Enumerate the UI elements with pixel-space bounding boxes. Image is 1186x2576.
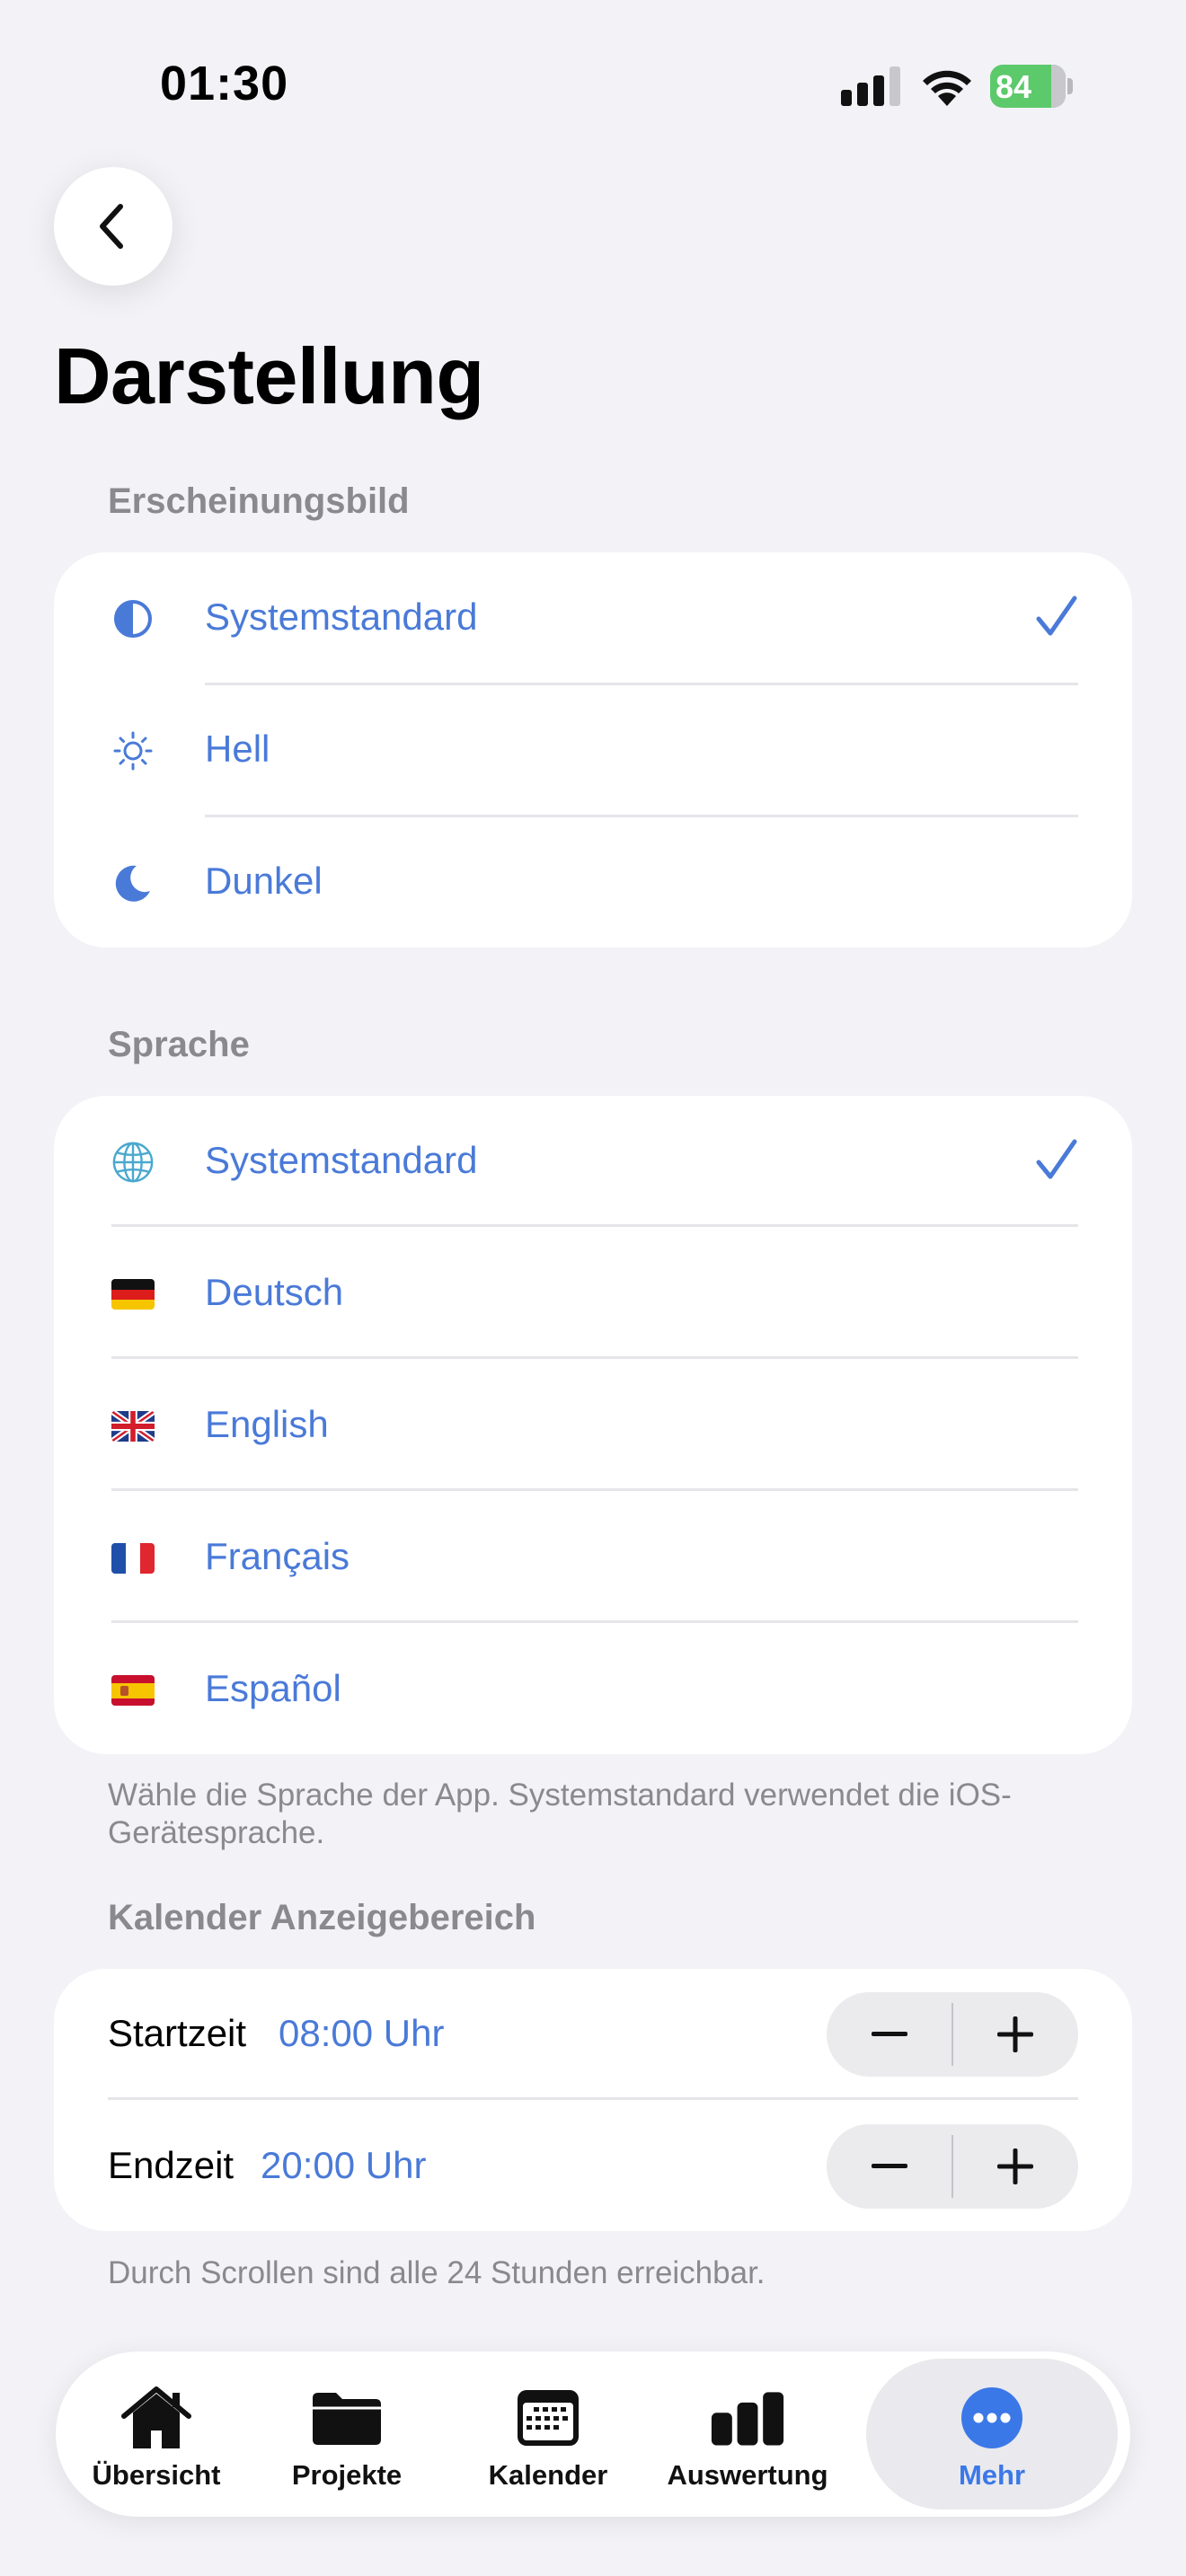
back-button[interactable] [54, 167, 173, 286]
tab-kalender[interactable]: Kalender [447, 2351, 649, 2517]
page-title: Darstellung [54, 331, 484, 420]
tab-auswertung[interactable]: Auswertung [647, 2351, 848, 2517]
end-time-value: 20:00 Uhr [261, 2144, 427, 2186]
folder-icon [309, 2384, 385, 2452]
bar-chart-icon [710, 2384, 785, 2452]
language-option-french[interactable]: Français [54, 1492, 1132, 1624]
appearance-option-label: Systemstandard [205, 595, 478, 638]
language-option-label: Systemstandard [205, 1139, 478, 1181]
appearance-card: Systemstandard Hell Dunkel [54, 552, 1132, 948]
language-footnote: Wähle die Sprache der App. Systemstandar… [108, 1778, 1012, 1850]
tab-mehr[interactable]: Mehr [866, 2351, 1118, 2517]
language-option-label: Deutsch [205, 1271, 344, 1313]
language-option-english[interactable]: English [54, 1360, 1132, 1492]
language-option-system[interactable]: Systemstandard [54, 1096, 1132, 1228]
appearance-option-label: Dunkel [205, 860, 323, 902]
calendar-section-title: Kalender Anzeigebereich [108, 1898, 536, 1937]
globe-icon [111, 1141, 155, 1184]
wifi-icon [923, 70, 971, 106]
ellipsis-circle-icon [954, 2384, 1030, 2452]
moon-icon [111, 861, 155, 904]
end-time-increment-button[interactable] [952, 2124, 1078, 2209]
start-time-label: Startzeit [108, 2012, 247, 2054]
calendar-end-row: Endzeit 20:00 Uhr [54, 2101, 1132, 2233]
house-icon [119, 2384, 194, 2452]
tab-label: Auswertung [667, 2459, 828, 2491]
language-option-label: Français [205, 1535, 350, 1577]
checkmark-icon [1036, 595, 1077, 636]
tab-label: Übersicht [92, 2459, 221, 2491]
sun-icon [111, 729, 155, 772]
battery-indicator: 84 [990, 65, 1073, 108]
start-time-decrement-button[interactable] [827, 1992, 952, 2077]
tab-bar: Übersicht Projekte Kalender Auswertung M… [56, 2351, 1130, 2517]
tab-label: Projekte [291, 2459, 403, 2491]
end-time-label: Endzeit [108, 2144, 235, 2186]
language-card: Systemstandard Deutsch English Français [54, 1096, 1132, 1754]
cellular-signal-icon [841, 66, 900, 106]
half-circle-icon [111, 597, 155, 640]
flag-uk-icon [111, 1405, 155, 1448]
calendar-icon [510, 2384, 586, 2452]
chevron-left-icon [100, 204, 123, 249]
calendar-card: Startzeit 08:00 Uhr Endzeit 20:00 Uhr [54, 1969, 1132, 2231]
tab-label: Kalender [488, 2459, 608, 2491]
start-time-stepper [827, 1992, 1078, 2077]
tab-projekte[interactable]: Projekte [246, 2351, 447, 2517]
appearance-option-label: Hell [205, 728, 270, 770]
end-time-decrement-button[interactable] [827, 2124, 952, 2209]
appearance-option-system[interactable]: Systemstandard [54, 552, 1132, 684]
appearance-section-title: Erscheinungsbild [108, 481, 410, 521]
plus-icon [997, 2148, 1033, 2184]
plus-icon [997, 2016, 1033, 2052]
end-time-stepper [827, 2124, 1078, 2209]
language-option-label: English [205, 1403, 329, 1445]
language-option-german[interactable]: Deutsch [54, 1228, 1132, 1360]
tab-label: Mehr [958, 2459, 1026, 2491]
flag-es-icon [111, 1669, 155, 1712]
flag-fr-icon [111, 1537, 155, 1580]
language-option-label: Español [205, 1667, 341, 1709]
appearance-option-light[interactable]: Hell [54, 684, 1132, 816]
minus-icon [872, 2032, 907, 2036]
appearance-option-dark[interactable]: Dunkel [54, 816, 1132, 948]
start-time-value: 08:00 Uhr [279, 2012, 445, 2054]
language-section-title: Sprache [108, 1025, 250, 1064]
calendar-footnote: Durch Scrollen sind alle 24 Stunden erre… [108, 2255, 766, 2290]
battery-level: 84 [996, 68, 1032, 105]
flag-de-icon [111, 1273, 155, 1316]
status-time: 01:30 [160, 57, 289, 110]
language-option-spanish[interactable]: Español [54, 1624, 1132, 1756]
tab-uebersicht[interactable]: Übersicht [56, 2351, 257, 2517]
calendar-start-row: Startzeit 08:00 Uhr [54, 1969, 1132, 2101]
start-time-increment-button[interactable] [952, 1992, 1078, 2077]
minus-icon [872, 2164, 907, 2168]
checkmark-icon [1036, 1139, 1077, 1179]
